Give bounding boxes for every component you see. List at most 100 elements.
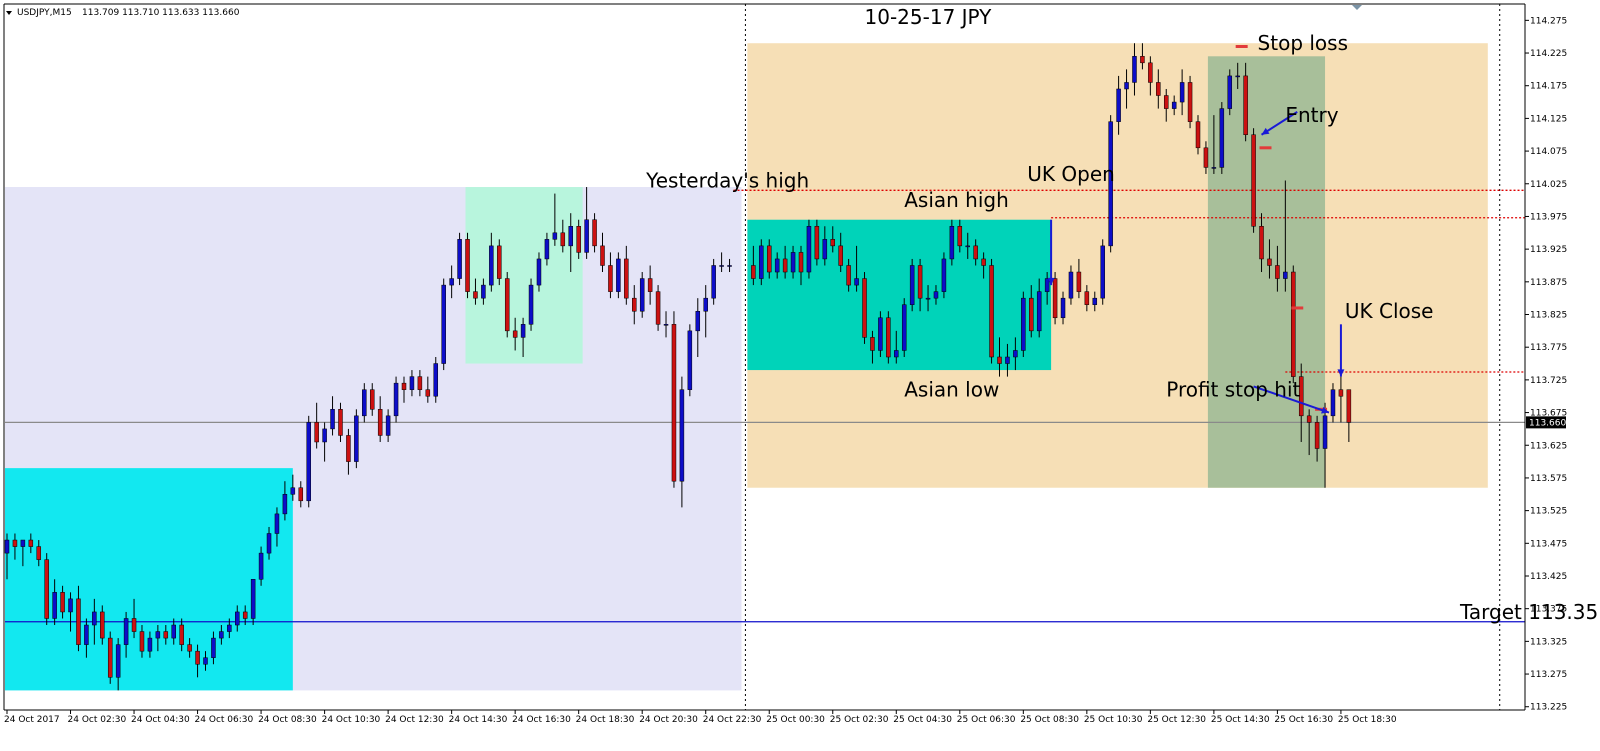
candle-body bbox=[957, 226, 963, 247]
candle-body bbox=[242, 611, 248, 619]
candle bbox=[465, 232, 470, 299]
candle bbox=[687, 324, 693, 397]
candle bbox=[909, 258, 915, 312]
chart-canvas[interactable]: 10-25-17 JPY Stop loss Entry UK Open Yesterd… bbox=[0, 0, 1600, 747]
candle-body bbox=[1338, 389, 1344, 397]
candle-body bbox=[830, 239, 836, 247]
candle-body bbox=[544, 239, 550, 260]
candle-body bbox=[401, 382, 407, 390]
candle-body bbox=[115, 644, 121, 678]
candle-body bbox=[981, 258, 986, 266]
candle-body bbox=[258, 552, 264, 580]
candle-body bbox=[1211, 167, 1217, 169]
candle-body bbox=[632, 297, 637, 312]
candle-body bbox=[354, 415, 359, 462]
candle-body bbox=[687, 330, 693, 390]
candle bbox=[306, 415, 311, 508]
price-tick-label: 113.725 bbox=[1530, 376, 1567, 386]
candle bbox=[44, 553, 49, 626]
candle bbox=[441, 278, 446, 371]
candle-body bbox=[290, 487, 296, 495]
price-tick-label: 114.125 bbox=[1530, 114, 1567, 124]
candle-body bbox=[814, 226, 820, 260]
candle-body bbox=[1187, 82, 1193, 122]
candle-body bbox=[385, 415, 391, 436]
candle-body bbox=[1029, 297, 1034, 332]
candle bbox=[639, 272, 645, 318]
annotation-asian-high: Asian high bbox=[904, 188, 1009, 212]
price-tick-label: 113.475 bbox=[1530, 539, 1567, 549]
annotation-target: Target 113.35 bbox=[1459, 600, 1598, 624]
candle-body bbox=[1163, 95, 1169, 109]
candle-body bbox=[155, 631, 161, 639]
candle-body bbox=[512, 330, 518, 338]
candle-body bbox=[100, 611, 105, 639]
candle-body bbox=[1330, 389, 1336, 417]
candle-body bbox=[377, 409, 383, 436]
price-tick-label: 113.425 bbox=[1530, 572, 1567, 582]
candle-body bbox=[203, 657, 208, 665]
price-tick-label: 113.975 bbox=[1530, 212, 1567, 222]
candle-body bbox=[314, 422, 319, 443]
annotation-profit-stop-hit: Profit stop hit bbox=[1166, 378, 1300, 402]
annotation-uk-close: UK Close bbox=[1345, 299, 1434, 323]
price-tick-label: 113.875 bbox=[1530, 278, 1567, 288]
chart-window: 10-25-17 JPY Stop loss Entry UK Open Yesterd… bbox=[0, 0, 1600, 747]
candle-body bbox=[1179, 82, 1185, 103]
candle-body bbox=[528, 284, 534, 325]
candle bbox=[878, 311, 883, 357]
candle-body bbox=[846, 265, 851, 286]
candle-body bbox=[227, 624, 232, 632]
annotation-uk-open: UK Open bbox=[1027, 162, 1115, 186]
candle-body bbox=[870, 337, 875, 351]
candle-body bbox=[20, 539, 26, 547]
time-tick-label: 24 Oct 20:30 bbox=[639, 715, 698, 725]
candle-body bbox=[584, 219, 589, 253]
candle bbox=[655, 285, 661, 331]
candle-body bbox=[1243, 75, 1248, 135]
time-tick-label: 24 Oct 08:30 bbox=[258, 715, 317, 725]
candle-body bbox=[520, 324, 526, 338]
candle-body bbox=[782, 258, 788, 273]
candle-body bbox=[84, 624, 89, 645]
candle bbox=[1219, 102, 1225, 174]
candle-body bbox=[139, 631, 145, 652]
candle-body bbox=[671, 324, 677, 482]
price-tick-label: 114.175 bbox=[1530, 82, 1567, 92]
candle-body bbox=[917, 265, 923, 299]
candle-body bbox=[465, 239, 470, 292]
candle-body bbox=[131, 618, 137, 632]
price-tick-label: 114.225 bbox=[1530, 49, 1567, 59]
candle-body bbox=[806, 226, 812, 273]
candle bbox=[806, 219, 812, 279]
candle-body bbox=[362, 389, 367, 417]
price-tick-label: 113.525 bbox=[1530, 507, 1567, 517]
candle-body bbox=[298, 487, 304, 502]
candle-body bbox=[306, 422, 311, 502]
candle-body bbox=[1291, 271, 1296, 377]
candle-body bbox=[925, 297, 931, 300]
candle bbox=[433, 357, 439, 403]
time-tick-label: 25 Oct 18:30 bbox=[1338, 715, 1397, 725]
candle-body bbox=[266, 533, 272, 554]
time-tick-label: 24 Oct 18:30 bbox=[576, 715, 635, 725]
candle-body bbox=[1195, 121, 1201, 149]
candle bbox=[814, 219, 820, 266]
time-tick-label: 24 Oct 06:30 bbox=[195, 715, 254, 725]
price-tick-label: 113.825 bbox=[1530, 311, 1567, 321]
time-tick-label: 24 Oct 12:30 bbox=[385, 715, 444, 725]
candle bbox=[1227, 69, 1233, 116]
candle-body bbox=[346, 435, 351, 462]
candle-body bbox=[489, 245, 494, 286]
time-tick-label: 24 Oct 10:30 bbox=[322, 715, 381, 725]
candle-body bbox=[862, 278, 867, 338]
candle-body bbox=[171, 624, 176, 639]
price-tick-label: 113.225 bbox=[1530, 703, 1567, 713]
candle-body bbox=[441, 284, 446, 364]
candle-body bbox=[28, 539, 34, 547]
candle-body bbox=[417, 376, 423, 390]
candle-body bbox=[989, 265, 994, 358]
candle-body bbox=[1076, 271, 1082, 292]
candle-body bbox=[1219, 108, 1225, 168]
candle-body bbox=[369, 389, 375, 410]
